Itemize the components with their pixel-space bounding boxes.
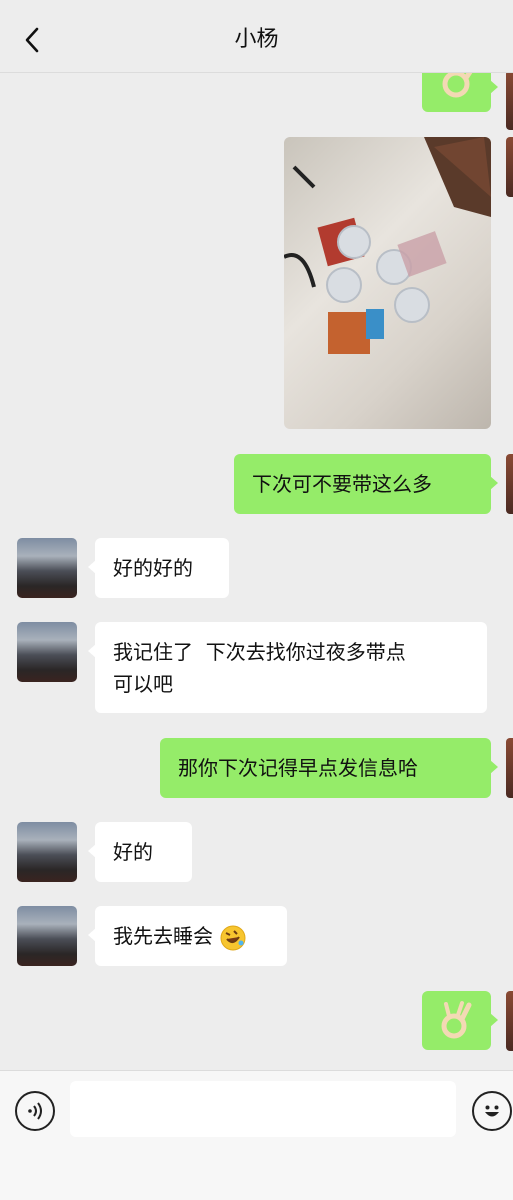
message-bubble-sent[interactable]: 下次可不要带这么多 (234, 454, 498, 514)
message-text-line: 我记住了 下次去找你过夜多带点 (113, 640, 406, 664)
image-message[interactable] (284, 137, 491, 429)
smiley-icon (485, 1105, 499, 1117)
message-bubble-sent[interactable]: 那你下次记得早点发信息哈 (160, 738, 498, 798)
emoji-button[interactable] (472, 1091, 512, 1131)
message-text: 下次可不要带这么多 (252, 472, 432, 496)
message-text: 那你下次记得早点发信息哈 (178, 756, 418, 780)
my-avatar[interactable] (506, 70, 513, 130)
contact-avatar[interactable] (17, 906, 77, 966)
voice-button[interactable] (15, 1091, 55, 1131)
message-text-line: 可以吧 (113, 672, 173, 696)
message-bubble-received[interactable]: 好的 (88, 822, 192, 882)
message-text: 我先去睡会 (113, 924, 213, 948)
my-avatar[interactable] (506, 991, 513, 1051)
contact-avatar[interactable] (17, 538, 77, 598)
voice-icon (28, 1102, 42, 1120)
message-bubble-received[interactable]: 我记住了 下次去找你过夜多带点 可以吧 (88, 622, 487, 713)
message-text: 好的 (113, 840, 153, 864)
chat-area[interactable]: 下次可不要带这么多 好的好的 我记住了 下次去找你过夜多带点 可以吧 那你下次记… (0, 0, 513, 1070)
contact-avatar[interactable] (17, 822, 77, 882)
message-bubble-emoji[interactable] (422, 991, 498, 1050)
photo-content (284, 137, 491, 354)
ok-hand-emoji (441, 1001, 472, 1039)
message-text: 好的好的 (113, 556, 193, 580)
input-bar (0, 1070, 513, 1200)
chat-header: 小杨 (0, 0, 513, 73)
chat-title: 小杨 (234, 27, 279, 52)
message-bubble-received[interactable]: 我先去睡会 (88, 906, 287, 966)
message-bubble-received[interactable]: 好的好的 (88, 538, 229, 598)
my-avatar[interactable] (506, 137, 513, 197)
message-input[interactable] (70, 1081, 456, 1137)
contact-avatar[interactable] (17, 622, 77, 682)
rofl-emoji (220, 925, 246, 950)
my-avatar[interactable] (506, 738, 513, 798)
my-avatar[interactable] (506, 454, 513, 514)
